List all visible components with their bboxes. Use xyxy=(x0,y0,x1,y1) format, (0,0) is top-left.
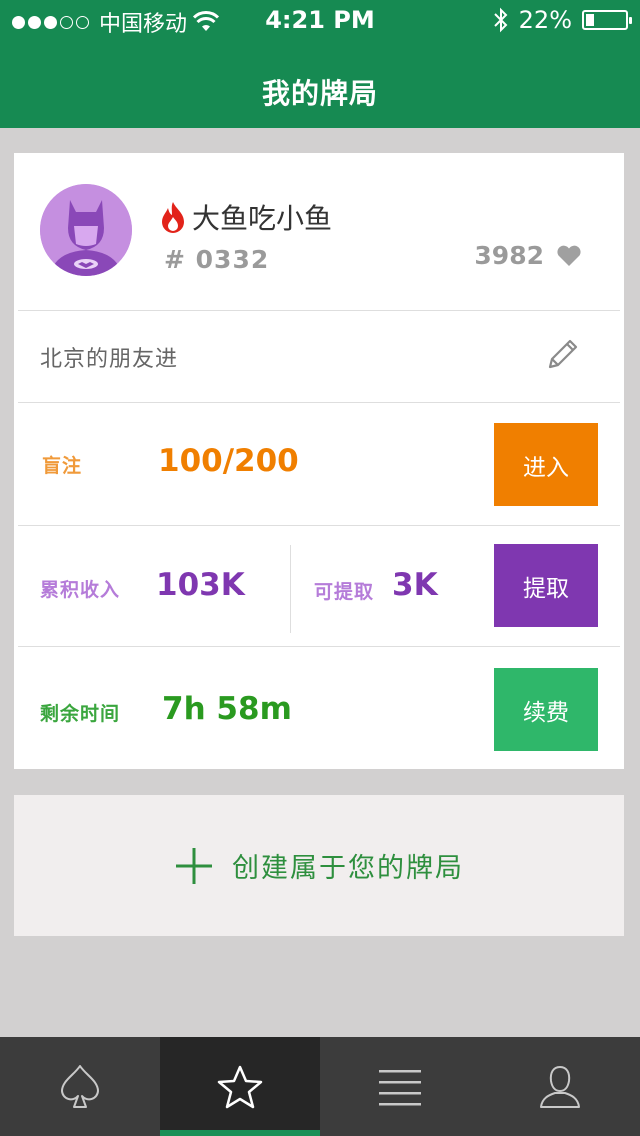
battery-percent: 22% xyxy=(518,6,572,34)
tab-list[interactable] xyxy=(320,1037,480,1136)
star-icon xyxy=(217,1065,263,1108)
withdrawable-value: 3K xyxy=(392,567,438,603)
tab-profile[interactable] xyxy=(480,1037,640,1136)
divider xyxy=(18,402,620,403)
status-bar: 中国移动 4:21 PM 22% xyxy=(0,0,640,40)
page-title: 我的牌局 xyxy=(261,77,378,110)
bluetooth-icon xyxy=(493,7,508,33)
renew-button[interactable]: 续费 xyxy=(494,668,598,751)
withdraw-button[interactable]: 提取 xyxy=(494,544,598,627)
game-card: 大鱼吃小鱼 # 0332 3982 北京的朋友进 盲注 100/200 进入 累… xyxy=(14,153,624,769)
menu-icon xyxy=(379,1069,421,1105)
status-right: 22% xyxy=(493,6,632,34)
vertical-divider xyxy=(290,545,291,633)
room-description: 北京的朋友进 xyxy=(40,347,179,372)
time-left-label: 剩余时间 xyxy=(40,703,121,725)
likes-count: 3982 xyxy=(474,241,544,270)
battery-icon xyxy=(582,10,632,30)
time-left-value: 7h 58m xyxy=(162,691,292,727)
divider xyxy=(18,646,620,647)
create-game-label: 创建属于您的牌局 xyxy=(232,853,464,884)
income-value: 103K xyxy=(156,567,245,603)
likes: 3982 xyxy=(474,241,582,270)
user-icon xyxy=(540,1065,580,1108)
tab-bar xyxy=(0,1037,640,1136)
spade-icon xyxy=(61,1064,99,1108)
tab-games[interactable] xyxy=(0,1037,160,1136)
blinds-value: 100/200 xyxy=(158,443,299,479)
user-id: # 0332 xyxy=(164,245,270,274)
avatar[interactable] xyxy=(40,184,132,276)
tab-my-games[interactable] xyxy=(160,1037,320,1136)
plus-icon xyxy=(176,847,212,884)
divider xyxy=(18,525,620,526)
fire-icon xyxy=(162,202,184,233)
divider xyxy=(18,310,620,311)
user-name-row: 大鱼吃小鱼 xyxy=(160,197,332,237)
blinds-label: 盲注 xyxy=(42,455,83,477)
user-name: 大鱼吃小鱼 xyxy=(192,202,333,235)
header: 中国移动 4:21 PM 22% 我的牌局 xyxy=(0,0,640,128)
create-game-button[interactable]: 创建属于您的牌局 xyxy=(14,795,624,936)
heart-icon[interactable] xyxy=(556,245,582,267)
income-label: 累积收入 xyxy=(40,579,121,601)
enter-button[interactable]: 进入 xyxy=(494,423,598,506)
batman-avatar-icon xyxy=(40,184,132,276)
withdrawable-label: 可提取 xyxy=(314,581,375,603)
edit-pencil-icon[interactable] xyxy=(546,337,580,371)
